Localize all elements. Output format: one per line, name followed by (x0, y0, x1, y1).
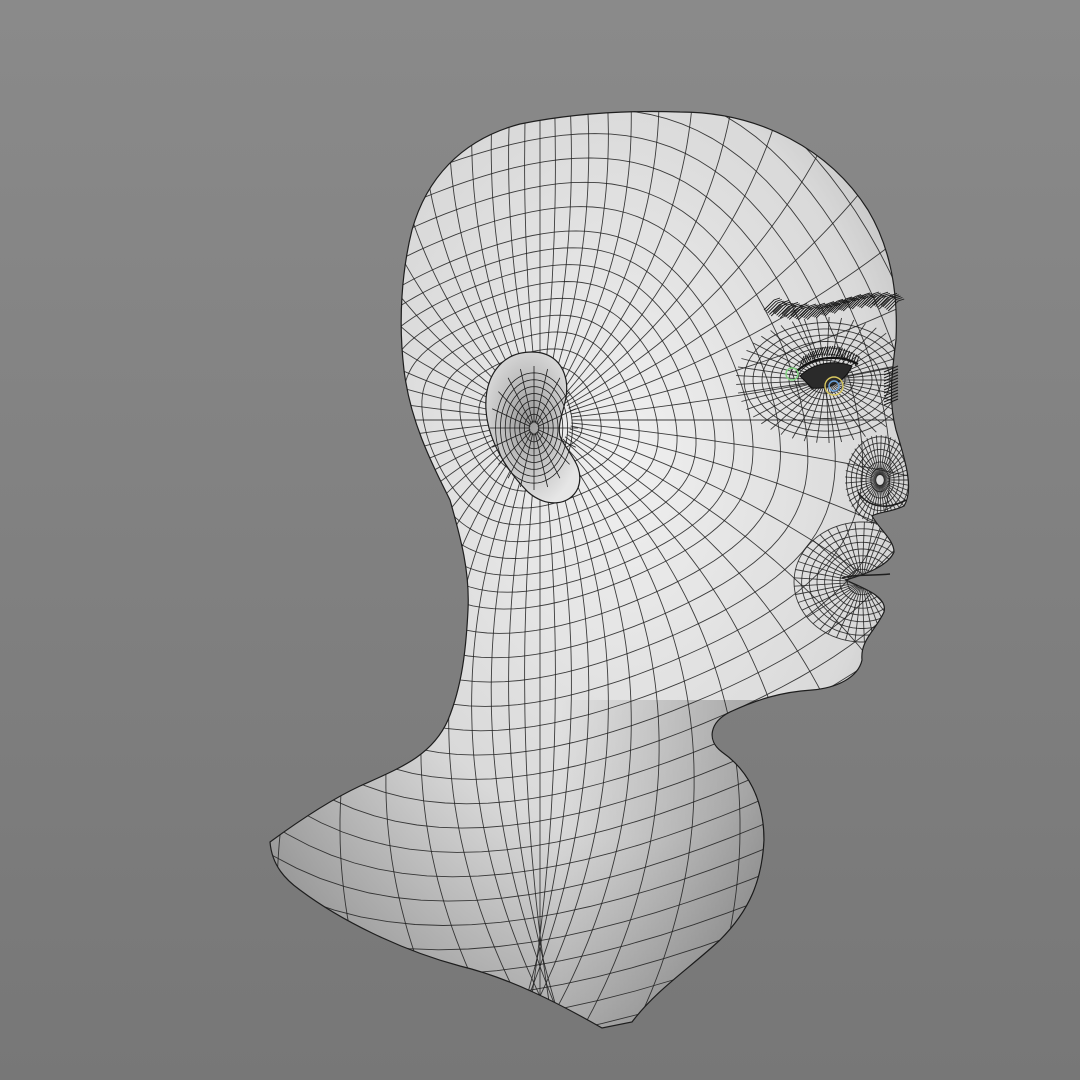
3d-viewport[interactable] (0, 0, 1080, 1080)
scene-canvas (0, 0, 1080, 1080)
